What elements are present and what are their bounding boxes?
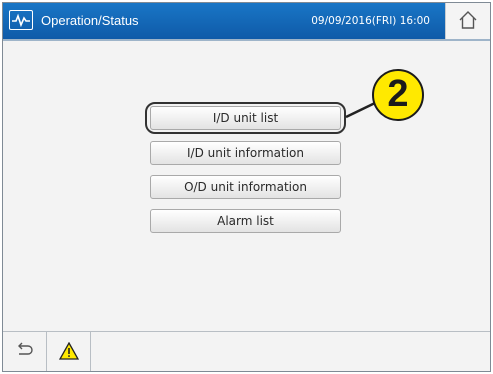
datetime-display: 09/09/2016(FRI) 16:00 — [311, 15, 430, 27]
home-button[interactable] — [445, 3, 490, 39]
return-arrow-icon — [18, 342, 33, 355]
header-bar: Operation/Status 09/09/2016(FRI) 16:00 — [3, 3, 490, 41]
footer-bar — [3, 331, 490, 371]
app-window: Operation/Status 09/09/2016(FRI) 16:00 I… — [2, 2, 491, 372]
warning-triangle-icon — [59, 342, 79, 360]
alarm-button[interactable] — [47, 332, 91, 371]
back-button[interactable] — [3, 332, 47, 371]
main-content: I/D unit list I/D unit information O/D u… — [3, 41, 490, 331]
pulse-wave-icon — [9, 10, 33, 30]
callout-number-badge: 2 — [372, 69, 424, 121]
page-title: Operation/Status — [41, 13, 139, 28]
home-icon — [459, 11, 477, 29]
